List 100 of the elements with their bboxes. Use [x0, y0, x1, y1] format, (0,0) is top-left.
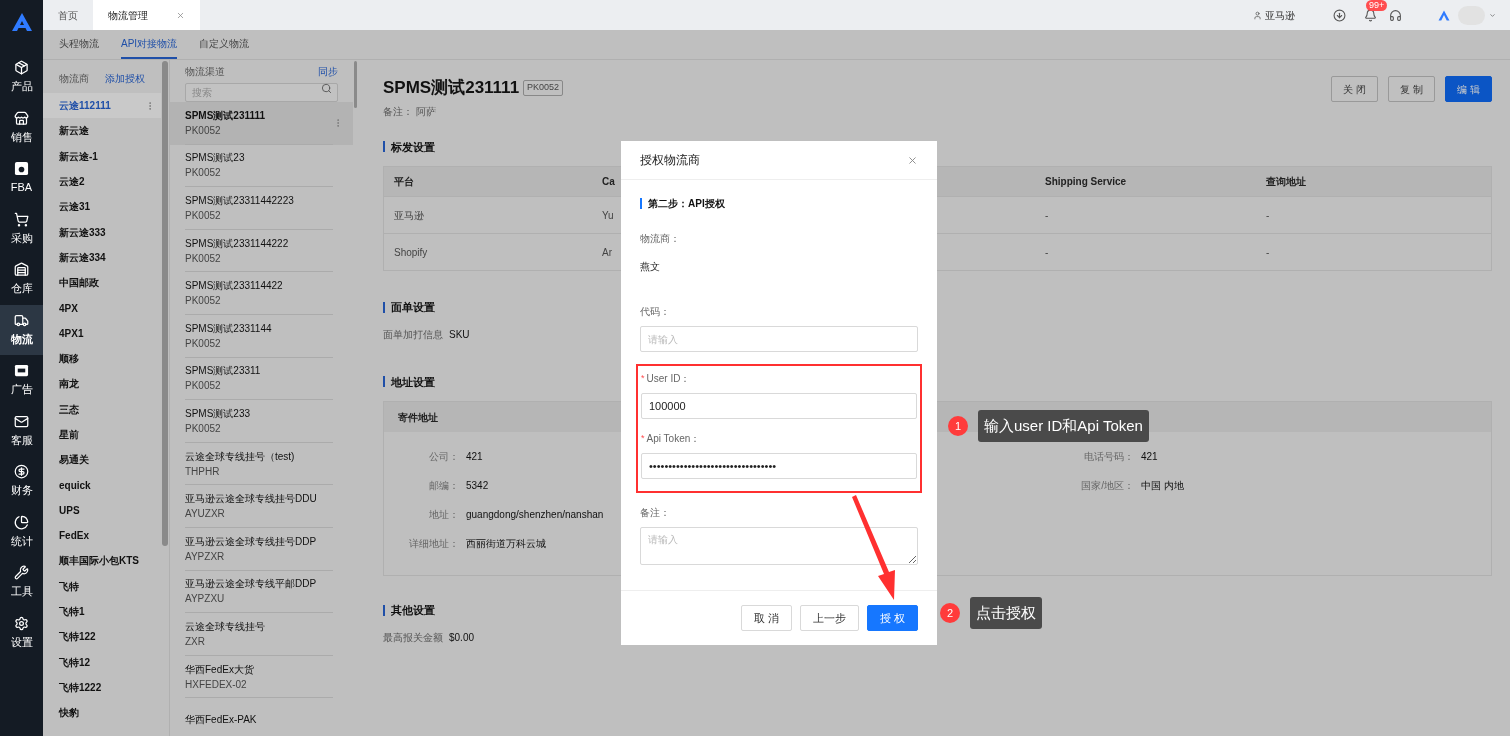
column-header: 查询地址 [1266, 175, 1307, 189]
sub-tab[interactable]: API对接物流 [121, 30, 178, 59]
field-label: 公司： [428, 450, 459, 464]
square-icon [14, 161, 29, 176]
panel-title: 物流商 [59, 72, 89, 86]
sub-tab[interactable]: 头程物流 [59, 30, 99, 59]
callout: 点击授权 [970, 597, 1042, 629]
dialog-title: 授权物流商 [640, 152, 700, 169]
table-cell-text: Ar [602, 245, 613, 260]
nav-item[interactable]: FBA [0, 153, 43, 204]
carrier-item[interactable]: 飞特1 [43, 598, 161, 625]
channel-item[interactable]: SPMS测试23 PK0052 [170, 144, 353, 188]
nav-item[interactable]: 仓库 [0, 254, 43, 305]
download-icon[interactable] [1333, 8, 1346, 22]
input-field[interactable]: 请输入 [640, 326, 918, 352]
carrier-item[interactable]: 云途112111 [43, 93, 161, 119]
sub-tab[interactable]: 自定义物流 [199, 30, 250, 59]
carrier-item[interactable]: 飞特 [43, 573, 161, 599]
carrier-item[interactable]: 南龙 [43, 371, 161, 397]
carrier-item[interactable]: 中国邮政 [43, 270, 161, 296]
bell-icon[interactable] [1364, 8, 1377, 22]
carrier-item[interactable]: 4PX [43, 295, 161, 321]
carrier-item[interactable]: 顺移 [43, 345, 161, 372]
field-label: 详细地址： [408, 537, 459, 551]
channel-item[interactable]: 亚马逊云途全球专线挂号DDP AYPZXR [170, 527, 353, 571]
note-label: 备注： [383, 104, 413, 119]
caret-icon[interactable] [1489, 11, 1496, 19]
edit-button[interactable]: 编 辑 [1445, 76, 1492, 102]
section-title: 面单设置 [391, 300, 435, 315]
primary-button[interactable]: 授 权 [866, 605, 918, 631]
nav-item[interactable]: 采购 [0, 203, 43, 254]
channel-item[interactable]: SPMS测试23311442223 PK0052 [170, 187, 353, 230]
nav-item[interactable]: 统计 [0, 506, 43, 557]
step-title: 第二步：API授权 [648, 197, 725, 211]
store-name[interactable]: 亚马逊 [1265, 7, 1295, 23]
carrier-item[interactable]: 新云途 [43, 118, 161, 144]
nav-item[interactable]: 广告 [0, 355, 43, 406]
carrier-item[interactable]: 星前 [43, 421, 161, 448]
scrollbar[interactable] [354, 61, 357, 108]
carrier-item[interactable]: 顺丰国际小包KTS [43, 548, 161, 574]
field-value: 421 [466, 450, 483, 464]
channel-item[interactable]: 亚马逊云途全球专线平邮DDP AYPZXU [170, 570, 353, 614]
channel-item[interactable]: SPMS测试231111 PK0052 [170, 102, 353, 145]
search-icon[interactable] [321, 83, 332, 94]
carrier-item[interactable]: FedEx [43, 523, 161, 549]
channel-item[interactable]: SPMS测试2331144 PK0052 [170, 314, 353, 358]
remark-field[interactable]: 请输入 [640, 527, 918, 565]
button[interactable]: 关 闭 [1331, 76, 1378, 102]
carrier-item[interactable]: 4PX1 [43, 320, 161, 346]
carrier-item[interactable]: 云途31 [43, 194, 161, 220]
channel-item[interactable]: SPMS测试233114422 PK0052 [170, 272, 353, 315]
logo-icon [10, 12, 33, 32]
carrier-item[interactable]: 易通关 [43, 447, 161, 473]
carrier-item[interactable]: 飞特12 [43, 649, 161, 675]
close-icon[interactable] [907, 154, 918, 166]
channel-item[interactable]: SPMS测试2331144222 PK0052 [170, 229, 353, 273]
field-label: 物流商： [640, 232, 681, 246]
carrier-item[interactable]: 飞特1222 [43, 674, 161, 701]
carrier-item[interactable]: 新云途334 [43, 244, 161, 271]
section-title: 地址设置 [391, 374, 435, 390]
section-title: 其他设置 [391, 603, 435, 618]
nav-item[interactable]: 设置 [0, 607, 43, 658]
page-tab[interactable]: 物流管理 [93, 0, 200, 30]
carrier-item[interactable]: UPS [43, 497, 161, 524]
nav-item[interactable]: 工具 [0, 557, 43, 608]
channel-item[interactable]: 华西FedEx-PAK [170, 698, 353, 736]
carrier-item[interactable]: 飞特122 [43, 624, 161, 650]
channel-item[interactable]: 云途全球专线挂号（test) THPHR [170, 442, 353, 486]
note-text: 阿萨 [416, 104, 436, 119]
nav-item[interactable]: 销售 [0, 102, 43, 153]
carrier-item[interactable]: 新云途-1 [43, 143, 161, 169]
scrollbar[interactable] [162, 61, 168, 546]
button[interactable]: 上一步 [799, 605, 859, 631]
cart-icon [14, 211, 29, 227]
nav-item[interactable]: 客服 [0, 405, 43, 456]
notification-badge: 99+ [1366, 0, 1388, 11]
sync-link[interactable]: 同步 [318, 64, 338, 79]
nav-item[interactable]: 物流 [0, 304, 43, 355]
carrier-item[interactable]: 快豹 [43, 700, 161, 726]
channel-item[interactable]: SPMS测试233 PK0052 [170, 400, 353, 443]
carrier-item[interactable]: 三态 [43, 396, 161, 422]
channel-item[interactable]: 云途全球专线挂号 ZXR [170, 613, 353, 656]
carrier-item[interactable]: 新云途333 [43, 219, 161, 245]
channel-item[interactable]: 亚马逊云途全球专线挂号DDU AYUZXR [170, 485, 353, 528]
button[interactable]: 复 制 [1388, 76, 1435, 102]
code-tag: PK0052 [523, 80, 564, 96]
button[interactable]: 取 消 [740, 605, 792, 631]
channel-item[interactable]: SPMS测试23311 PK0052 [170, 357, 353, 401]
nav-item[interactable]: 产品 [0, 52, 43, 103]
carrier-item[interactable]: equick [43, 472, 161, 498]
close-icon[interactable] [176, 10, 185, 20]
carrier-item[interactable]: 云途2 [43, 168, 161, 195]
required-asterisk: * [641, 371, 645, 385]
add-auth-link[interactable]: 添加授权 [105, 71, 145, 86]
input-field[interactable]: ••••••••••••••••••••••••••••••••• [641, 453, 917, 479]
nav-item[interactable]: 财务 [0, 456, 43, 507]
channel-item[interactable]: 华西FedEx大货 HXFEDEX-02 [170, 655, 353, 699]
table-cell-text: - [1045, 208, 1050, 223]
headset-icon[interactable] [1389, 8, 1402, 22]
input-field[interactable]: 100000 [641, 393, 917, 419]
